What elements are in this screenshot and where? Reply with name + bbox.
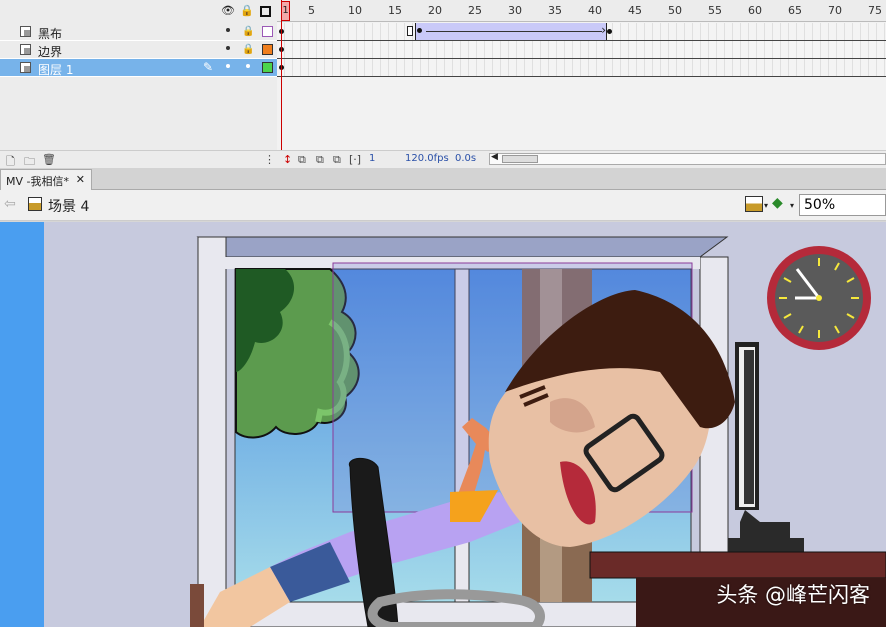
timeline-panel: 👁 🔒 黑布 🔒 边界 🔒 图层 1 ✎ 1 5 10 15 20 25 30: [0, 0, 886, 168]
eye-icon[interactable]: 👁: [221, 4, 235, 18]
visibility-dot[interactable]: [226, 64, 230, 68]
scene-label[interactable]: 场景 4: [48, 196, 89, 216]
frame-number: 65: [788, 4, 802, 17]
edit-multiple-frames-icon[interactable]: ⧉: [333, 153, 341, 167]
layer-name: 图层 1: [38, 63, 74, 77]
edit-scene-icon[interactable]: [745, 196, 768, 212]
lock-icon[interactable]: 🔒: [240, 4, 254, 18]
layer-row-black-cloth[interactable]: 黑布 🔒: [0, 23, 277, 41]
frame-ruler[interactable]: 1 5 10 15 20 25 30 35 40 45 50 55 60 65 …: [277, 0, 886, 22]
frame-number: 70: [828, 4, 842, 17]
layer-outline-swatch[interactable]: [262, 44, 273, 55]
edit-symbols-icon[interactable]: ◆: [772, 195, 794, 213]
clock-center: [816, 295, 822, 301]
layer-name: 黑布: [38, 27, 63, 41]
document-tab[interactable]: MV -我相信* ✕: [0, 169, 92, 190]
layer-type-icon: [20, 62, 31, 73]
frame-row[interactable]: [277, 41, 886, 59]
lock-icon[interactable]: 🔒: [242, 44, 254, 55]
back-arrow-icon[interactable]: ⇦: [4, 196, 16, 212]
keyframe[interactable]: [417, 28, 422, 33]
pasteboard-strip: [0, 222, 44, 627]
clapperboard-icon: [28, 197, 42, 211]
chair-arm-left: [190, 584, 204, 627]
scene-artwork[interactable]: [0, 222, 886, 627]
time-value: 0.0: [455, 153, 471, 164]
keyframe-blank[interactable]: [407, 26, 413, 36]
visibility-dot[interactable]: [226, 46, 230, 50]
current-frame-readout: 1: [369, 153, 376, 164]
layer-outline-swatch[interactable]: [262, 62, 273, 73]
frame-number: 25: [468, 4, 482, 17]
layer-header: 👁 🔒: [0, 0, 277, 22]
outline-icon[interactable]: [260, 6, 271, 17]
playhead-handle[interactable]: 1: [281, 1, 290, 21]
frame-number: 55: [708, 4, 722, 17]
time-unit: s: [470, 153, 477, 164]
motion-tween[interactable]: [415, 23, 607, 40]
window-top-sill: [196, 236, 729, 258]
delete-layer-icon[interactable]: 🗑: [42, 153, 56, 166]
fps-unit: fps: [433, 153, 449, 164]
frame-number: 5: [308, 4, 315, 17]
playhead[interactable]: 1: [281, 0, 290, 166]
timeline-scrollbar[interactable]: ◀: [489, 152, 886, 165]
frame-number: 35: [548, 4, 562, 17]
scroll-left-icon[interactable]: ◀: [491, 152, 498, 162]
keyframe[interactable]: [607, 29, 612, 34]
frame-number: 60: [748, 4, 762, 17]
frame-number: 20: [428, 4, 442, 17]
lock-dot[interactable]: [246, 64, 250, 68]
visibility-dot[interactable]: [226, 28, 230, 32]
close-icon[interactable]: ✕: [76, 173, 85, 186]
resize-handle-icon[interactable]: ⋮: [264, 153, 275, 166]
layer-type-icon: [20, 44, 31, 55]
frame-number: 40: [588, 4, 602, 17]
onion-outline-icon[interactable]: ⧉: [316, 153, 324, 167]
modify-markers-icon[interactable]: [·]: [349, 153, 361, 166]
elapsed-time-readout: 0.0s: [455, 153, 476, 164]
center-frame-icon[interactable]: ↕: [283, 153, 292, 166]
layer-row-layer-1[interactable]: 图层 1 ✎: [0, 59, 277, 77]
edit-bar: ⇦ 场景 4 ◆: [0, 190, 886, 221]
document-tab-title: MV -我相信*: [6, 175, 69, 188]
pencil-icon: ✎: [203, 60, 214, 74]
frame-number: 30: [508, 4, 522, 17]
timeline-footer: 🗋 🗀 🗑 ⋮ ↕ ⧉ ⧉ ⧉ [·] 1 120.0fps 0.0s ◀: [0, 150, 886, 168]
frame-number: 50: [668, 4, 682, 17]
monitor-screen: [744, 350, 754, 504]
fps-value: 120.0: [405, 153, 434, 164]
scrollbar-thumb[interactable]: [502, 155, 538, 163]
document-tab-bar: MV -我相信* ✕: [0, 168, 886, 190]
stage[interactable]: 头条 @峰芒闪客: [0, 222, 886, 627]
layer-outline-swatch[interactable]: [262, 26, 273, 37]
frame-number: 10: [348, 4, 362, 17]
frames-area[interactable]: 1 5 10 15 20 25 30 35 40 45 50 55 60 65 …: [277, 0, 886, 166]
frame-row[interactable]: [277, 59, 886, 77]
desk-top: [589, 551, 886, 579]
layer-name: 边界: [38, 45, 63, 59]
lock-icon[interactable]: 🔒: [242, 26, 254, 37]
window-frame-left: [197, 236, 227, 627]
watermark: 头条 @峰芒闪客: [716, 583, 870, 607]
layer-type-icon: [20, 26, 31, 37]
onion-skin-icon[interactable]: ⧉: [298, 153, 306, 167]
layer-row-boundary[interactable]: 边界 🔒: [0, 41, 277, 59]
zoom-input[interactable]: [799, 194, 886, 216]
frame-number: 75: [868, 4, 882, 17]
fps-readout[interactable]: 120.0fps: [405, 153, 449, 164]
tween-arrow: [426, 23, 606, 37]
frame-number: 45: [628, 4, 642, 17]
monitor-base: [728, 538, 804, 552]
frame-number: 15: [388, 4, 402, 17]
